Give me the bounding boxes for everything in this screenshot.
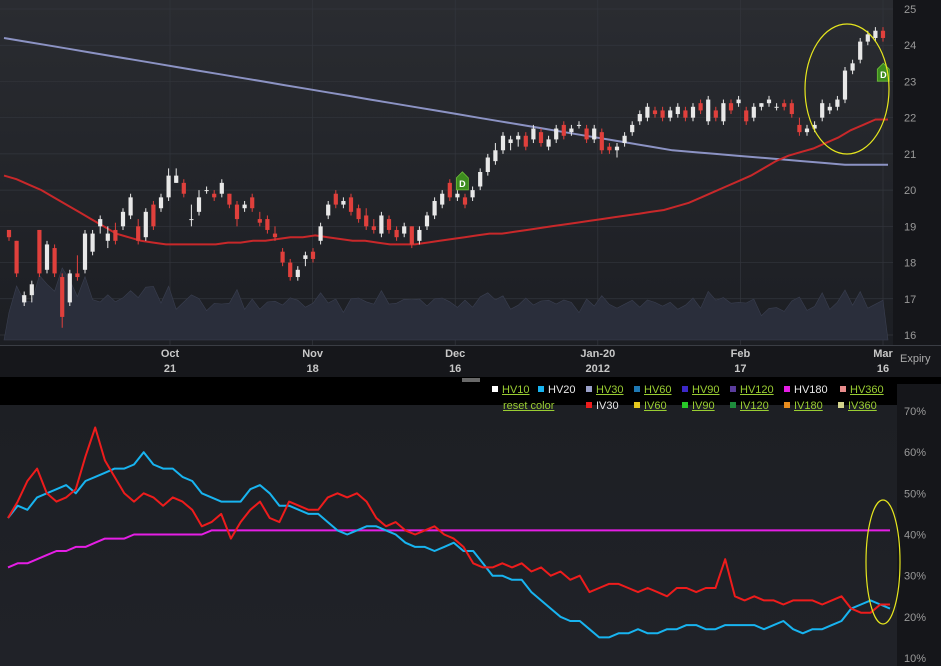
- volatility-y-tick-label: 30%: [904, 571, 926, 583]
- legend-item-iv30[interactable]: IV30: [586, 400, 619, 412]
- legend-swatch-icon: [682, 386, 688, 392]
- candlestick: [128, 193, 133, 220]
- legend-swatch-icon: [840, 386, 846, 392]
- dividend-marker-label: D: [880, 70, 887, 80]
- legend-swatch-icon: [634, 402, 640, 408]
- date-tick-day: 2012: [586, 363, 610, 375]
- candlestick: [67, 269, 72, 307]
- candlestick: [143, 208, 148, 241]
- legend-swatch-icon: [586, 386, 592, 392]
- candlestick: [52, 244, 57, 278]
- date-tick-day: 16: [449, 363, 461, 375]
- price-y-tick-label: 25: [904, 4, 916, 16]
- volatility-y-tick-label: 70%: [904, 406, 926, 418]
- splitter-grip-icon[interactable]: [462, 378, 480, 382]
- legend-swatch-icon: [586, 402, 592, 408]
- candlestick: [599, 128, 604, 154]
- volatility-y-tick-label: 50%: [904, 488, 926, 500]
- legend-swatch-icon: [634, 386, 640, 392]
- legend-item-hv30[interactable]: HV30: [586, 384, 624, 396]
- legend-label: HV60: [644, 384, 672, 396]
- legend-label: IV360: [848, 400, 877, 412]
- legend-item-iv90[interactable]: IV90: [682, 400, 715, 412]
- price-y-tick-label: 19: [904, 221, 916, 233]
- legend-item-iv120[interactable]: IV120: [730, 400, 769, 412]
- legend-label: HV120: [740, 384, 774, 396]
- legend-swatch-icon: [784, 386, 790, 392]
- legend-label: IV120: [740, 400, 769, 412]
- candlestick: [44, 240, 50, 274]
- legend-item-hv360[interactable]: HV360: [840, 384, 884, 396]
- legend-label: IV90: [692, 400, 715, 412]
- price-y-tick-label: 23: [904, 76, 916, 88]
- date-tick-day: 17: [734, 363, 746, 375]
- price-y-tick-label: 17: [904, 294, 916, 306]
- candlestick: [721, 99, 726, 125]
- candlestick: [14, 240, 19, 278]
- legend-swatch-icon: [730, 402, 736, 408]
- expiry-label: Expiry: [900, 353, 931, 365]
- candlestick: [858, 37, 863, 64]
- legend-label: HV20: [548, 384, 576, 396]
- volatility-y-tick-label: 60%: [904, 447, 926, 459]
- legend-item-hv90[interactable]: HV90: [682, 384, 720, 396]
- date-tick-month: Mar: [873, 348, 893, 360]
- date-tick-month: Oct: [161, 348, 180, 360]
- legend-item-hv120[interactable]: HV120: [730, 384, 774, 396]
- candlestick: [379, 211, 384, 238]
- chart-frame: DD 25242322212019181716 Oct21Nov18Dec16J…: [0, 0, 941, 666]
- date-tick-day: 18: [306, 363, 318, 375]
- candlestick: [842, 66, 848, 104]
- price-chart-panel: DD: [0, 0, 893, 345]
- legend-item-iv180[interactable]: IV180: [784, 400, 823, 412]
- legend-swatch-icon: [730, 386, 736, 392]
- volatility-legend: HV10 HV20 HV30 HV60 HV90 HV120 HV180 HV360 rese…: [492, 383, 902, 415]
- legend-swatch-icon: [492, 386, 498, 392]
- legend-item-hv180[interactable]: HV180: [784, 384, 828, 396]
- volatility-y-tick-label: 10%: [904, 653, 926, 665]
- legend-label: HV90: [692, 384, 720, 396]
- legend-swatch-icon: [838, 402, 844, 408]
- legend-label: HV180: [794, 384, 828, 396]
- price-panel-background: [0, 0, 893, 345]
- legend-item-iv60[interactable]: IV60: [634, 400, 667, 412]
- date-tick-day: 16: [877, 363, 889, 375]
- price-y-tick-label: 22: [904, 113, 916, 125]
- price-y-tick-label: 20: [904, 185, 916, 197]
- legend-swatch-icon: [682, 402, 688, 408]
- dividend-marker-label: D: [459, 179, 466, 189]
- volatility-y-tick-label: 40%: [904, 530, 926, 542]
- candlestick: [90, 229, 95, 256]
- legend-label: HV10: [502, 384, 530, 396]
- volatility-y-tick-label: 20%: [904, 612, 926, 624]
- candlestick: [82, 229, 88, 274]
- reset-color-link[interactable]: reset color: [503, 400, 554, 412]
- price-axis-strip: [893, 0, 941, 345]
- legend-label: IV180: [794, 400, 823, 412]
- date-tick-month: Dec: [445, 348, 465, 360]
- legend-item-iv360[interactable]: IV360: [838, 400, 877, 412]
- legend-swatch-icon: [784, 402, 790, 408]
- legend-swatch-icon: [538, 386, 544, 392]
- legend-label: IV30: [596, 400, 619, 412]
- price-y-tick-label: 21: [904, 149, 916, 161]
- legend-label: HV30: [596, 384, 624, 396]
- legend-item-hv20[interactable]: HV20: [538, 384, 576, 396]
- candlestick: [706, 95, 711, 125]
- legend-item-hv10[interactable]: HV10: [492, 384, 530, 396]
- date-tick-month: Jan-20: [580, 348, 615, 360]
- date-tick-day: 21: [164, 363, 176, 375]
- price-y-tick-label: 18: [904, 258, 916, 270]
- legend-label: IV60: [644, 400, 667, 412]
- legend-label: HV360: [850, 384, 884, 396]
- date-axis-strip: [0, 345, 941, 377]
- candlestick: [151, 200, 156, 230]
- date-tick-month: Feb: [731, 348, 751, 360]
- price-y-tick-label: 16: [904, 330, 916, 342]
- legend-item-hv60[interactable]: HV60: [634, 384, 672, 396]
- volatility-chart-panel: [0, 384, 941, 666]
- candlestick: [37, 229, 42, 278]
- price-y-tick-label: 24: [904, 40, 916, 52]
- date-tick-month: Nov: [302, 348, 324, 360]
